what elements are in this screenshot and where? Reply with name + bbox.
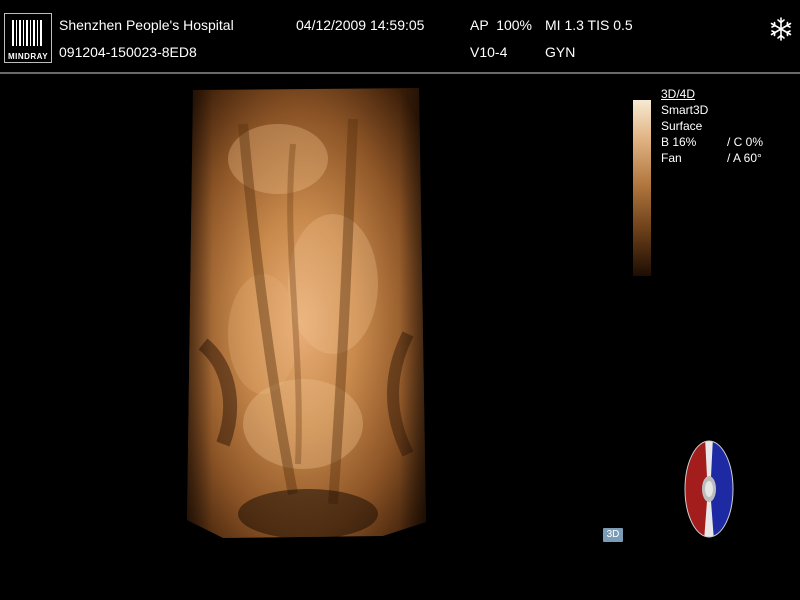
snowflake-icon[interactable] <box>768 16 794 42</box>
status-header: MINDRAY Shenzhen People's Hospital 09120… <box>0 0 800 72</box>
exam-type: GYN <box>545 44 576 60</box>
acoustic-power: AP 100% <box>470 17 533 33</box>
3d-mode-badge[interactable]: 3D <box>603 528 623 542</box>
mindray-logo: MINDRAY <box>4 13 52 63</box>
grayscale-colorbar <box>633 100 651 276</box>
patient-id: 091204-150023-8ED8 <box>59 44 197 60</box>
probe-model: V10-4 <box>470 44 508 60</box>
barcode-logo-icon <box>12 20 42 46</box>
b-value: B 16% <box>661 135 697 149</box>
hospital-name: Shenzhen People's Hospital <box>59 17 234 33</box>
3d-volume-render[interactable] <box>183 84 429 542</box>
render-label: Smart3D <box>661 103 709 117</box>
logo-text: MINDRAY <box>7 52 49 61</box>
mi-tis-readout: MI 1.3 TIS 0.5 <box>545 17 633 33</box>
a-value: / A 60° <box>727 151 762 165</box>
c-value: / C 0% <box>727 135 764 149</box>
fan-label: Fan <box>661 151 682 165</box>
exam-datetime: 04/12/2009 14:59:05 <box>296 17 425 33</box>
surface-label: Surface <box>661 119 703 133</box>
mode-label: 3D/4D <box>661 87 696 101</box>
orientation-marker-icon <box>684 440 734 538</box>
header-divider <box>0 72 800 74</box>
